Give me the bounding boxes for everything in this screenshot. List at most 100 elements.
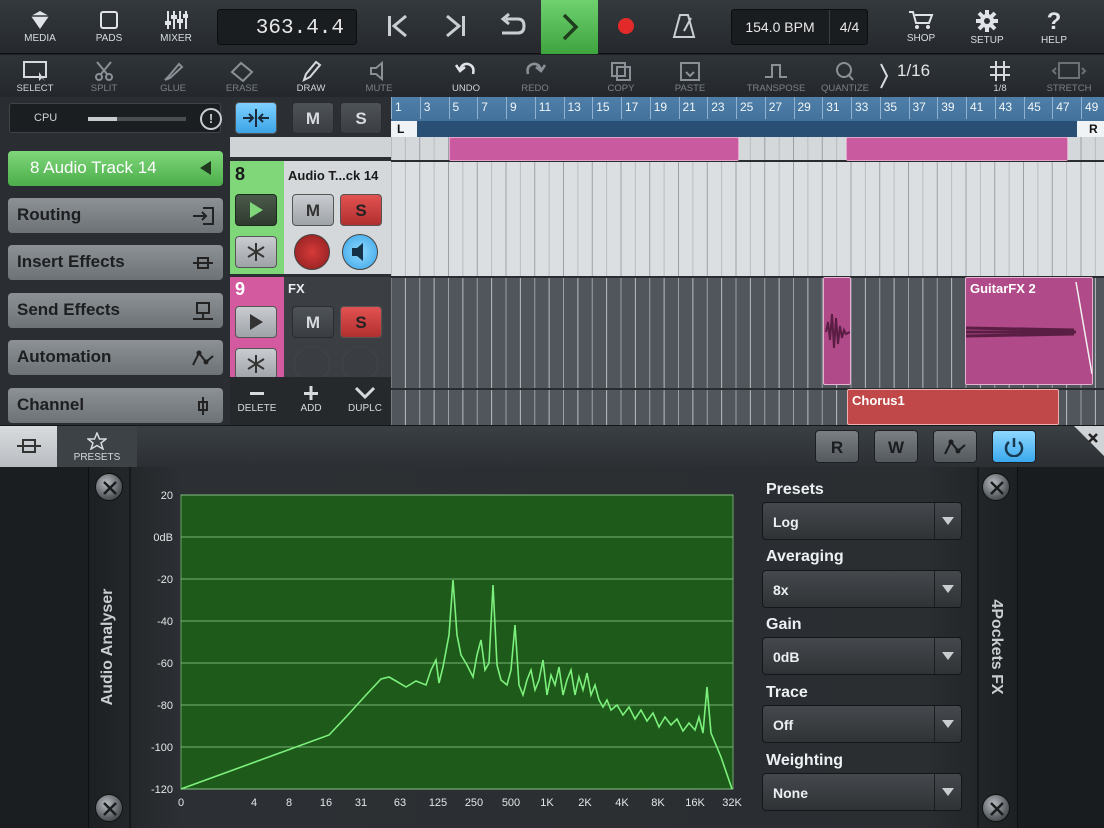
stretch-tool[interactable]: STRETCH <box>1035 55 1103 97</box>
pads-button[interactable]: PADS <box>74 0 144 54</box>
x-tick-label: 1K <box>540 797 554 809</box>
monitor-button[interactable] <box>342 234 378 270</box>
mute-all-button[interactable]: M <box>292 102 334 134</box>
fx-clip[interactable] <box>823 277 851 385</box>
bar-tick <box>649 97 651 119</box>
play-track-button[interactable] <box>235 306 277 338</box>
metronome-button[interactable] <box>656 0 712 54</box>
shop-button[interactable]: SHOP <box>886 0 956 54</box>
audio-clip[interactable] <box>846 137 1068 161</box>
undo-icon <box>454 62 475 75</box>
write-automation-button[interactable]: W <box>874 430 918 463</box>
read-automation-button[interactable]: R <box>815 430 859 463</box>
mute-tool[interactable]: MUTE <box>345 55 413 97</box>
paste-button[interactable]: PASTE <box>656 55 724 97</box>
redo-button[interactable]: REDO <box>501 55 569 97</box>
bar-tick <box>822 97 824 119</box>
bar-number: 33 <box>855 100 869 114</box>
solo-button[interactable]: S <box>340 306 382 338</box>
routing-button[interactable]: Routing <box>8 198 223 233</box>
y-tick-label: -80 <box>157 700 173 712</box>
trace-dropdown[interactable]: Off <box>762 705 962 743</box>
undo-button[interactable]: UNDO <box>432 55 500 97</box>
weighting-dropdown[interactable]: None <box>762 773 962 811</box>
freeze-button[interactable] <box>235 348 277 380</box>
split-tool[interactable]: SPLIT <box>70 55 138 97</box>
bar-tick <box>1052 97 1054 119</box>
position-display[interactable]: 363.4.4 <box>217 9 357 45</box>
arm-record-button[interactable] <box>294 234 330 270</box>
select-label: SELECT <box>16 83 54 94</box>
close-plugin-button[interactable] <box>1064 426 1104 467</box>
draw-tool[interactable]: DRAW <box>277 55 345 97</box>
mixer-button[interactable]: MIXER <box>141 0 211 54</box>
loop-button[interactable] <box>484 0 540 54</box>
record-button[interactable] <box>598 0 654 54</box>
automation-button[interactable] <box>933 430 977 463</box>
loop-range-strip[interactable] <box>391 121 1104 137</box>
metronome-icon <box>672 14 696 38</box>
grid-button[interactable]: 1/8 <box>966 55 1034 97</box>
track-tool-button[interactable] <box>235 102 277 134</box>
channel-button[interactable]: Channel <box>8 388 223 423</box>
delete-track-button[interactable]: DELETE <box>230 377 284 425</box>
m-icon: M <box>306 201 320 220</box>
track-name[interactable]: FX <box>288 281 305 296</box>
copy-button[interactable]: COPY <box>587 55 655 97</box>
triangle-down-icon <box>942 788 954 796</box>
play-track-button[interactable] <box>235 194 277 226</box>
fx-clip[interactable]: GuitarFX 2 <box>965 277 1093 385</box>
warning-icon[interactable]: ! <box>200 108 222 130</box>
freeze-button[interactable] <box>235 236 277 268</box>
setup-button[interactable]: SETUP <box>952 0 1022 54</box>
add-track-button[interactable]: ADD <box>284 377 338 425</box>
quantize-value[interactable]: 1/16 <box>897 61 930 81</box>
send-effects-label: Send Effects <box>17 300 120 319</box>
rewind-button[interactable] <box>370 0 426 54</box>
track-number: 8 <box>235 164 246 184</box>
help-button[interactable]: ? HELP <box>1019 0 1089 54</box>
y-tick-label: 0dB <box>153 532 173 544</box>
x-tick-label: 16K <box>685 797 705 809</box>
bar-tick <box>937 97 939 119</box>
pads-icon <box>100 11 118 29</box>
duplicate-track-button[interactable]: DUPLC <box>338 377 392 425</box>
help-icon: ? <box>1047 10 1062 32</box>
tempo-display[interactable]: 154.0 BPM 4/4 <box>731 9 868 45</box>
forward-button[interactable] <box>427 0 483 54</box>
star-icon <box>87 432 107 450</box>
arrange-area[interactable]: GuitarFX 2 Chorus1 <box>391 137 1104 425</box>
presets-tab[interactable]: PRESETS <box>57 426 137 467</box>
solo-all-button[interactable]: S <box>340 102 382 134</box>
glue-tool[interactable]: GLUE <box>139 55 207 97</box>
power-button[interactable] <box>992 430 1036 463</box>
transpose-button[interactable]: TRANSPOSE <box>742 55 810 97</box>
chorus-clip[interactable]: Chorus1 <box>847 389 1059 425</box>
automation-button[interactable]: Automation <box>8 340 223 375</box>
select-tool[interactable]: SELECT <box>1 55 69 97</box>
presets-dropdown[interactable]: Log <box>762 502 962 540</box>
quantize-button[interactable]: QUANTIZE <box>811 55 879 97</box>
play-icon <box>562 13 578 41</box>
pencil-icon <box>302 60 322 82</box>
effect-slot-tab[interactable] <box>0 426 57 467</box>
mute-button[interactable]: M <box>292 306 334 338</box>
edit-toolbar: SELECT SPLIT GLUE ERASE DRAW MUTE UNDO R… <box>0 55 1104 97</box>
media-button[interactable]: MEDIA <box>5 0 75 54</box>
solo-button[interactable]: S <box>340 194 382 226</box>
mute-button[interactable]: M <box>292 194 334 226</box>
erase-tool[interactable]: ERASE <box>208 55 276 97</box>
gain-dropdown[interactable]: 0dB <box>762 637 962 675</box>
track-name[interactable]: Audio T...ck 14 <box>288 168 378 183</box>
averaging-dropdown[interactable]: 8x <box>762 570 962 608</box>
selected-track-button[interactable]: 8 Audio Track 14 <box>8 151 223 186</box>
waveform <box>966 281 1092 375</box>
track-headers: M S 8 Audio T...ck 14 M S 9 FX M S <box>230 97 391 425</box>
send-effects-button[interactable]: Send Effects <box>8 293 223 328</box>
media-label: MEDIA <box>24 33 56 44</box>
play-button[interactable] <box>541 0 598 54</box>
audio-clip[interactable] <box>449 137 739 161</box>
time-signature[interactable]: 4/4 <box>829 10 869 44</box>
insert-effects-button[interactable]: Insert Effects <box>8 245 223 280</box>
transpose-icon <box>765 64 787 78</box>
